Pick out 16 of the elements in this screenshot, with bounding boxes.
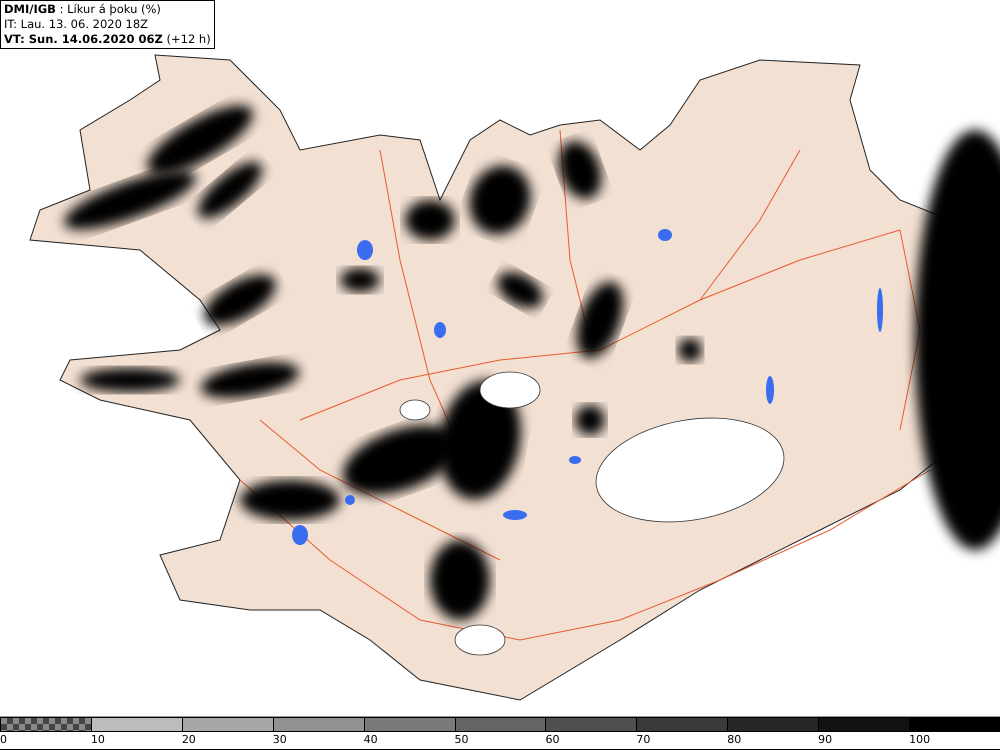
legend-label: 60 bbox=[545, 732, 560, 748]
legend-label: 40 bbox=[364, 732, 378, 748]
legend-label: 50 bbox=[454, 732, 469, 748]
source-label: DMI/IGB bbox=[4, 2, 56, 16]
legend-label: 70 bbox=[636, 732, 650, 748]
legend-label: 30 bbox=[272, 732, 287, 748]
legend-label: 90 bbox=[818, 732, 832, 748]
legend-label: 80 bbox=[727, 732, 742, 748]
init-time: IT: Lau. 13. 06. 2020 18Z bbox=[4, 17, 148, 31]
product-label: : Líkur á þoku (%) bbox=[60, 2, 161, 16]
legend-label: 100 bbox=[909, 732, 930, 748]
valid-time: VT: Sun. 14.06.2020 06Z bbox=[4, 32, 163, 46]
lead-time: (+12 h) bbox=[166, 32, 211, 46]
legend-label: 0 bbox=[0, 732, 7, 748]
legend-label: 10 bbox=[90, 732, 105, 748]
legend-label: 20 bbox=[182, 732, 196, 748]
